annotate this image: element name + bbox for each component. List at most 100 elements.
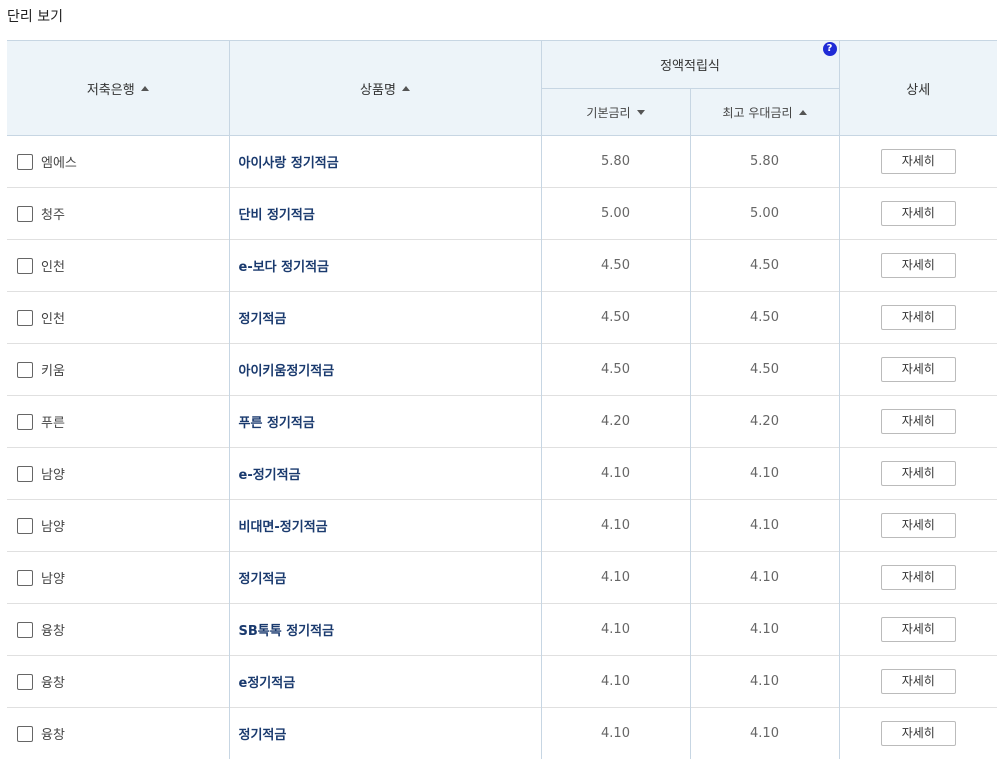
detail-cell: 자세히	[839, 552, 997, 604]
product-link[interactable]: 정기적금	[239, 728, 287, 743]
bank-cell: 융창	[7, 708, 229, 759]
detail-button[interactable]: 자세히	[881, 253, 956, 278]
base-rate: 5.00	[541, 188, 690, 240]
detail-cell: 자세히	[839, 396, 997, 448]
detail-button[interactable]: 자세히	[881, 565, 956, 590]
bank-name: 남양	[41, 516, 65, 535]
table-row: 인천정기적금4.504.50자세히	[7, 292, 997, 344]
header-max-rate: 최고 우대금리	[690, 89, 839, 136]
row-checkbox[interactable]	[17, 206, 33, 222]
detail-button[interactable]: 자세히	[881, 357, 956, 382]
help-icon[interactable]: ?	[823, 42, 837, 56]
header-base-rate: 기본금리	[541, 89, 690, 136]
product-link[interactable]: 푸른 정기적금	[239, 416, 315, 431]
bank-cell: 청주	[7, 188, 229, 240]
rates-table: 저축은행 상품명 정액적립식 ? 상세 기본금리	[7, 40, 997, 759]
row-checkbox[interactable]	[17, 622, 33, 638]
base-rate: 4.10	[541, 656, 690, 708]
table-row: 푸른푸른 정기적금4.204.20자세히	[7, 396, 997, 448]
product-link[interactable]: e-보다 정기적금	[239, 260, 330, 275]
detail-cell: 자세히	[839, 292, 997, 344]
table-row: 엠에스아이사랑 정기적금5.805.80자세히	[7, 136, 997, 188]
max-rate: 4.10	[690, 656, 839, 708]
product-cell: 정기적금	[229, 292, 541, 344]
bank-name: 인천	[41, 308, 65, 327]
table-row: 키움아이키움정기적금4.504.50자세히	[7, 344, 997, 396]
max-rate: 4.10	[690, 448, 839, 500]
header-product: 상품명	[229, 41, 541, 136]
bank-name: 엠에스	[41, 152, 77, 171]
row-checkbox[interactable]	[17, 570, 33, 586]
detail-button[interactable]: 자세히	[881, 201, 956, 226]
product-cell: e-보다 정기적금	[229, 240, 541, 292]
bank-name: 융창	[41, 620, 65, 639]
table-row: 남양e-정기적금4.104.10자세히	[7, 448, 997, 500]
product-link[interactable]: 아이키움정기적금	[239, 364, 335, 379]
product-link[interactable]: 단비 정기적금	[239, 208, 315, 223]
product-link[interactable]: 비대면-정기적금	[239, 520, 328, 535]
bank-cell: 인천	[7, 292, 229, 344]
base-rate: 4.50	[541, 292, 690, 344]
max-rate: 4.50	[690, 240, 839, 292]
row-checkbox[interactable]	[17, 518, 33, 534]
header-bank: 저축은행	[7, 41, 229, 136]
detail-button[interactable]: 자세히	[881, 513, 956, 538]
row-checkbox[interactable]	[17, 674, 33, 690]
base-rate: 4.50	[541, 240, 690, 292]
max-rate: 4.10	[690, 708, 839, 759]
product-cell: e정기적금	[229, 656, 541, 708]
detail-cell: 자세히	[839, 240, 997, 292]
bank-name: 푸른	[41, 412, 65, 431]
detail-cell: 자세히	[839, 136, 997, 188]
header-group: 정액적립식 ?	[541, 41, 839, 89]
sort-asc-icon	[799, 110, 807, 115]
product-link[interactable]: 정기적금	[239, 312, 287, 327]
row-checkbox[interactable]	[17, 310, 33, 326]
max-rate: 5.00	[690, 188, 839, 240]
detail-button[interactable]: 자세히	[881, 461, 956, 486]
bank-name: 융창	[41, 672, 65, 691]
table-row: 융창 e정기적금 4.104.10 자세히	[7, 656, 997, 708]
product-link[interactable]: SB톡톡 정기적금	[239, 624, 335, 639]
header-max-rate-label: 최고 우대금리	[722, 104, 792, 121]
detail-cell: 자세히	[839, 604, 997, 656]
detail-button[interactable]: 자세히	[881, 669, 956, 694]
table-row: 인천 e-보다 정기적금 4.504.50 자세히	[7, 240, 997, 292]
base-rate: 5.80	[541, 136, 690, 188]
row-checkbox[interactable]	[17, 362, 33, 378]
bank-name: 남양	[41, 568, 65, 587]
product-cell: SB톡톡 정기적금	[229, 604, 541, 656]
sort-max-rate-button[interactable]: 최고 우대금리	[722, 104, 806, 121]
bank-cell: 남양	[7, 552, 229, 604]
table-row: 융창SB톡톡 정기적금4.104.10자세히	[7, 604, 997, 656]
row-checkbox[interactable]	[17, 414, 33, 430]
product-link[interactable]: e정기적금	[239, 676, 296, 691]
max-rate: 4.50	[690, 344, 839, 396]
detail-button[interactable]: 자세히	[881, 409, 956, 434]
detail-cell: 자세히	[839, 344, 997, 396]
row-checkbox[interactable]	[17, 258, 33, 274]
detail-cell: 자세히	[839, 708, 997, 759]
base-rate: 4.50	[541, 344, 690, 396]
header-group-label: 정액적립식	[660, 59, 720, 74]
sort-asc-icon	[402, 86, 410, 91]
sort-bank-button[interactable]: 저축은행	[87, 79, 149, 98]
detail-cell: 자세히	[839, 500, 997, 552]
max-rate: 4.20	[690, 396, 839, 448]
detail-button[interactable]: 자세히	[881, 617, 956, 642]
row-checkbox[interactable]	[17, 154, 33, 170]
bank-cell: 남양	[7, 500, 229, 552]
bank-name: 인천	[41, 256, 65, 275]
product-link[interactable]: 정기적금	[239, 572, 287, 587]
detail-cell: 자세히	[839, 656, 997, 708]
detail-button[interactable]: 자세히	[881, 305, 956, 330]
product-link[interactable]: e-정기적금	[239, 468, 301, 483]
row-checkbox[interactable]	[17, 466, 33, 482]
bank-name: 남양	[41, 464, 65, 483]
product-link[interactable]: 아이사랑 정기적금	[239, 156, 339, 171]
sort-base-rate-button[interactable]: 기본금리	[586, 104, 644, 121]
detail-button[interactable]: 자세히	[881, 149, 956, 174]
base-rate: 4.10	[541, 708, 690, 759]
sort-product-button[interactable]: 상품명	[360, 79, 410, 98]
table-row: 남양정기적금4.104.10자세히	[7, 552, 997, 604]
